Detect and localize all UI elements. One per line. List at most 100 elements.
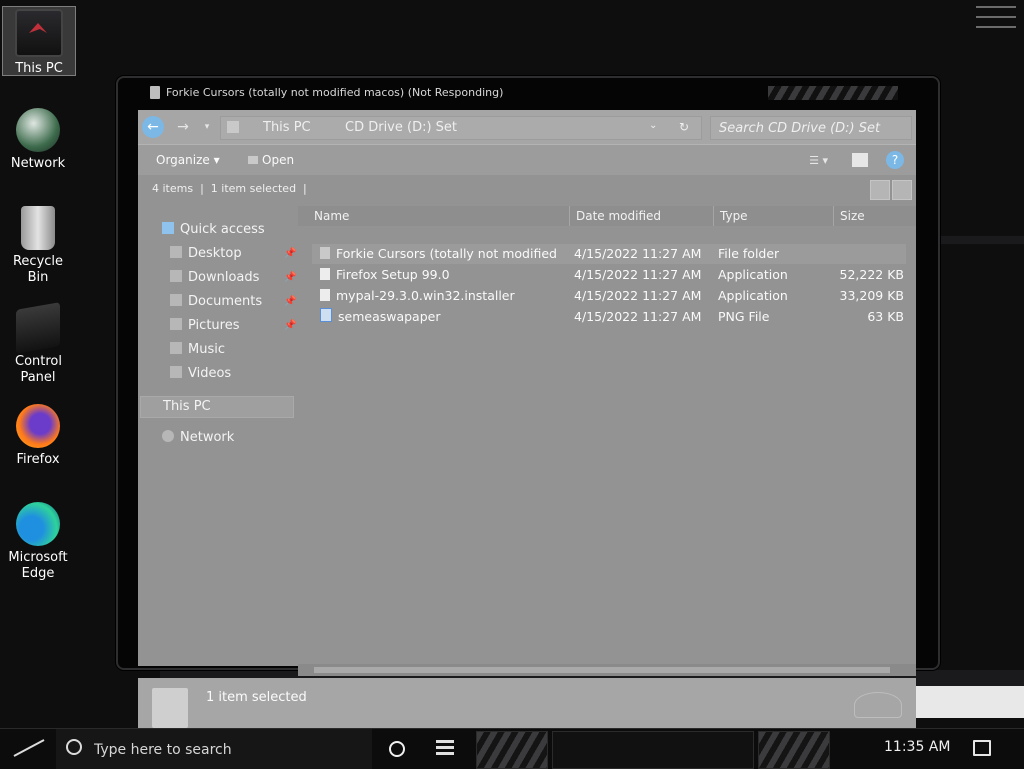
desktop-icon-firefox[interactable]: Firefox — [2, 404, 74, 468]
nav-label: Quick access — [180, 222, 265, 237]
size-cell: 52,222 KB — [839, 267, 904, 282]
nav-label: Videos — [188, 366, 232, 381]
pin-icon: 📌 — [284, 272, 297, 283]
date-cell: 4/15/2022 11:27 AM — [574, 288, 702, 303]
start-button[interactable] — [8, 737, 48, 761]
nav-videos[interactable]: Videos — [170, 364, 231, 384]
type-cell: File folder — [718, 246, 780, 261]
recent-dropdown-icon[interactable]: ▾ — [196, 116, 218, 138]
taskbar-decoration — [476, 731, 548, 769]
table-row[interactable]: Forkie Cursors (totally not modified ...… — [312, 244, 906, 264]
file-icon — [150, 86, 160, 99]
address-bar[interactable]: This PC CD Drive (D:) Set ⌄ ↻ — [220, 116, 702, 140]
nav-desktop[interactable]: Desktop 📌 — [170, 244, 296, 264]
column-header-date[interactable]: Date modified — [570, 206, 714, 226]
column-header-type[interactable]: Type — [714, 206, 834, 226]
desktop-icon-label: This PC — [15, 61, 63, 76]
preview-pane-icon[interactable] — [852, 153, 868, 167]
taskbar-decoration — [552, 731, 754, 769]
horizontal-scrollbar[interactable] — [298, 664, 916, 676]
scrollbar-thumb[interactable] — [314, 667, 890, 673]
file-name: semeaswapaper — [338, 309, 441, 324]
nav-pictures[interactable]: Pictures 📌 — [170, 316, 296, 336]
open-label: Open — [262, 153, 295, 167]
task-view-icon[interactable] — [436, 740, 454, 756]
notification-icon[interactable] — [973, 740, 991, 756]
change-view-icon[interactable]: ☰ ▾ — [809, 154, 828, 167]
nav-this-pc[interactable]: This PC — [140, 396, 294, 418]
window-title-bar[interactable]: Forkie Cursors (totally not modified mac… — [150, 86, 503, 99]
forward-arrow-icon[interactable]: → — [172, 116, 194, 138]
nav-label: Music — [188, 342, 225, 357]
taskbar-search[interactable] — [56, 729, 372, 769]
large-icons-view-icon[interactable] — [892, 180, 912, 200]
details-view-icon[interactable] — [870, 180, 890, 200]
wallpaper-lines — [976, 6, 1016, 36]
frame-decoration — [768, 86, 898, 100]
rog-logo-icon — [854, 692, 902, 718]
name-cell: semeaswapaper — [320, 307, 560, 327]
help-icon[interactable]: ? — [886, 151, 904, 169]
desktop-icon-edge[interactable]: Microsoft Edge — [2, 502, 74, 582]
firefox-icon — [16, 404, 60, 448]
open-icon — [248, 156, 258, 164]
file-name: Firefox Setup 99.0 — [336, 267, 450, 282]
desktop-icon-network[interactable]: Network — [2, 108, 74, 172]
png-file-icon — [320, 308, 332, 322]
desktop-icon-label: Microsoft Edge — [8, 550, 68, 581]
explorer-window[interactable]: Forkie Cursors (totally not modified mac… — [116, 76, 940, 736]
wallpaper-band — [936, 236, 1024, 244]
size-cell: 63 KB — [867, 309, 904, 324]
nav-downloads[interactable]: Downloads 📌 — [170, 268, 296, 288]
refresh-icon[interactable]: ↻ — [679, 120, 689, 134]
table-row[interactable]: semeaswapaper 4/15/2022 11:27 AM PNG Fil… — [312, 307, 906, 327]
cortana-icon[interactable] — [389, 741, 405, 757]
desktop-icon-label: Network — [10, 156, 66, 171]
taskbar-search-input[interactable] — [92, 739, 356, 761]
column-label: Size — [840, 209, 865, 223]
folder-icon — [170, 366, 182, 378]
desktop-icon-label: Recycle Bin — [12, 254, 64, 285]
table-row[interactable]: Firefox Setup 99.0 4/15/2022 11:27 AM Ap… — [312, 265, 906, 285]
taskbar: 11:35 AM — [0, 728, 1024, 769]
organize-button[interactable]: Organize ▾ — [156, 153, 220, 167]
folder-icon — [170, 342, 182, 354]
nav-documents[interactable]: Documents 📌 — [170, 292, 296, 312]
desktop-icon-label: Control Panel — [15, 354, 62, 385]
network-icon — [162, 430, 174, 442]
drive-icon — [227, 121, 239, 133]
desktop-icon-recycle-bin[interactable]: Recycle Bin — [2, 206, 74, 286]
nav-label: Downloads — [188, 270, 260, 285]
item-count: 4 items — [152, 182, 194, 195]
nav-music[interactable]: Music — [170, 340, 225, 360]
nav-label: Pictures — [188, 318, 240, 333]
column-label: Date modified — [576, 209, 662, 223]
search-box[interactable] — [710, 116, 912, 140]
computer-icon — [15, 9, 63, 57]
column-header-name[interactable]: Name — [298, 206, 570, 226]
size-cell: 33,209 KB — [839, 288, 904, 303]
nav-network[interactable]: Network — [162, 428, 234, 448]
folder-icon — [170, 294, 182, 306]
pin-icon: 📌 — [284, 248, 297, 259]
breadcrumb-this-pc[interactable]: This PC — [263, 120, 311, 135]
desktop-icon-this-pc[interactable]: This PC — [2, 6, 76, 76]
application-icon — [320, 289, 330, 301]
breadcrumb-cd-drive[interactable]: CD Drive (D:) Set — [345, 120, 457, 135]
date-cell: 4/15/2022 11:27 AM — [574, 309, 702, 324]
network-globe-icon — [16, 108, 60, 152]
address-dropdown-icon[interactable]: ⌄ — [649, 120, 657, 131]
open-button[interactable]: Open — [248, 153, 294, 167]
back-arrow-icon[interactable]: ← — [142, 116, 164, 138]
table-row[interactable]: mypal-29.3.0.win32.installer 4/15/2022 1… — [312, 286, 906, 306]
star-icon — [162, 222, 174, 234]
nav-label: Documents — [188, 294, 263, 309]
nav-quick-access[interactable]: Quick access — [162, 220, 265, 240]
search-input[interactable] — [717, 119, 901, 137]
clock[interactable]: 11:35 AM — [884, 739, 950, 755]
desktop-icon-control-panel[interactable]: Control Panel — [2, 302, 74, 386]
name-cell: Firefox Setup 99.0 — [320, 265, 560, 285]
edge-icon — [16, 502, 60, 546]
column-header-size[interactable]: Size — [834, 206, 916, 226]
search-icon — [66, 739, 82, 755]
